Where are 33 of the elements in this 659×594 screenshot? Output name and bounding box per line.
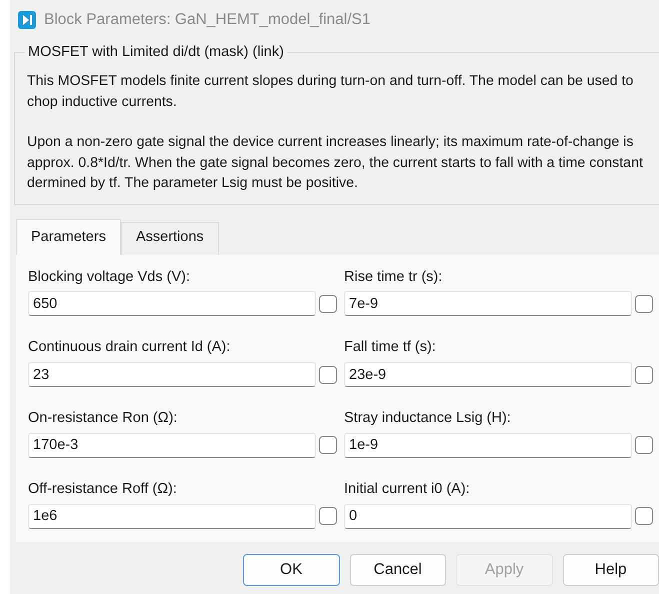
field-label: Off-resistance Roff (Ω):: [28, 480, 178, 499]
field-label: Rise time tr (s):: [344, 268, 444, 287]
checkbox[interactable]: [319, 507, 337, 526]
field-label: Fall time tf (s):: [344, 338, 437, 358]
dialog-button[interactable]: Help: [562, 554, 659, 586]
checkbox[interactable]: [635, 507, 653, 526]
input-field[interactable]: 23e-9: [344, 362, 632, 388]
input-field[interactable]: 0: [344, 504, 632, 529]
description-text: Upon a non-zero gate signal the device current increases linearly; its maximum rate-of-change is approx. 0.8*Id/tr. When the gate signal becomes zero, the current starts to fall with a time constant dermined by tf. The parameter Lsig must be positive.: [27, 133, 644, 194]
input-field[interactable]: 650: [28, 291, 316, 316]
checkbox[interactable]: [319, 294, 337, 313]
input-field[interactable]: 170e-3: [28, 432, 316, 458]
checkbox[interactable]: [635, 436, 653, 454]
dialog-button[interactable]: OK: [243, 554, 340, 586]
checkbox[interactable]: [319, 436, 337, 454]
input-field[interactable]: 23: [28, 362, 316, 388]
tab[interactable]: Parameters: [16, 218, 121, 255]
field-label: Stray inductance Lsig (H):: [344, 409, 512, 428]
tab[interactable]: Assertions: [120, 222, 219, 255]
window-title: Block Parameters: GaN_HEMT_model_final/S1: [44, 10, 370, 30]
input-field[interactable]: 1e-9: [344, 432, 632, 458]
dialog-button[interactable]: Cancel: [350, 554, 446, 586]
input-field[interactable]: 7e-9: [344, 291, 632, 316]
checkbox[interactable]: [635, 294, 653, 313]
field-label: On-resistance Ron (Ω):: [28, 409, 178, 428]
checkbox[interactable]: [319, 366, 337, 384]
field-label: Initial current i0 (A):: [344, 480, 471, 499]
field-label: Blocking voltage Vds (V):: [28, 268, 191, 287]
block-icon: [18, 11, 36, 29]
field-label: Continuous drain current Id (A):: [28, 338, 232, 358]
description-text: This MOSFET models finite current slopes during turn-on and turn-off. The model can be used to chop inductive currents.: [27, 72, 634, 112]
input-field[interactable]: 1e6: [28, 504, 316, 529]
checkbox[interactable]: [635, 366, 653, 384]
